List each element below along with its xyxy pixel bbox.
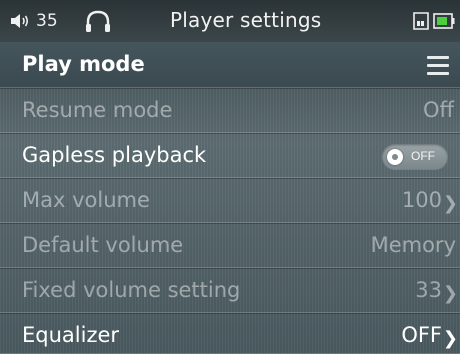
speaker-icon: [11, 14, 29, 28]
headphone-indicator: [84, 9, 112, 33]
chevron-right-icon: ❯: [442, 283, 458, 304]
setting-label: Resume mode: [22, 98, 173, 122]
toggle-knob: [387, 149, 403, 165]
toggle-state-text: OFF: [411, 149, 435, 163]
setting-row-equalizer[interactable]: Equalizer OFF ❯: [0, 313, 460, 354]
setting-value: 33: [415, 278, 442, 302]
setting-value: OFF: [401, 323, 442, 347]
setting-row-max-volume[interactable]: Max volume 100 ❯: [0, 178, 460, 223]
setting-value: 100: [401, 188, 442, 212]
gapless-playback-toggle[interactable]: OFF: [382, 144, 448, 170]
setting-row-fixed-volume[interactable]: Fixed volume setting 33 ❯: [0, 268, 460, 313]
status-bar: 35 Player settings: [0, 0, 460, 42]
player-screen: 35 Player settings Play mode Resume mode…: [0, 0, 460, 354]
setting-label: Default volume: [22, 233, 184, 257]
page-title: Player settings: [170, 8, 322, 32]
setting-value: Memory: [370, 233, 456, 257]
setting-label: Equalizer: [22, 323, 120, 347]
headphone-icon: [85, 10, 110, 32]
setting-row-gapless-playback[interactable]: Gapless playback OFF: [0, 133, 460, 178]
setting-value: Off: [423, 98, 454, 122]
setting-label: Fixed volume setting: [22, 278, 241, 302]
setting-row-resume-mode[interactable]: Resume mode Off: [0, 88, 460, 133]
chevron-right-icon: ❯: [442, 193, 458, 214]
battery-icon: [433, 13, 455, 33]
volume-value: 35: [36, 11, 58, 31]
chevron-right-icon: ❯: [442, 328, 458, 349]
setting-label: Gapless playback: [22, 143, 207, 167]
section-header: Play mode: [0, 42, 460, 88]
setting-label: Max volume: [22, 188, 150, 212]
section-title: Play mode: [22, 52, 145, 76]
hamburger-menu-icon[interactable]: [427, 56, 449, 80]
setting-row-default-volume[interactable]: Default volume Memory: [0, 223, 460, 268]
volume-indicator: 35: [10, 11, 58, 31]
sd-card-icon: [413, 12, 429, 34]
